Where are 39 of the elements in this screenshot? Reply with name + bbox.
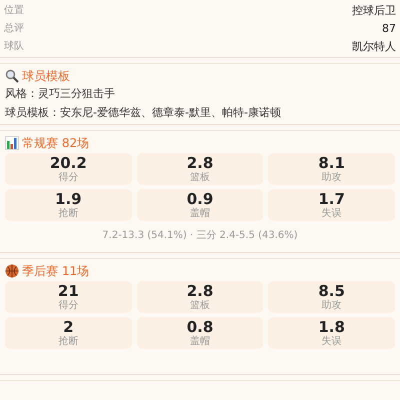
- field-value: 87: [382, 22, 396, 34]
- stat-label: 盖帽: [190, 336, 210, 348]
- stat-value: 2.8: [186, 282, 214, 300]
- stat-label: 抢断: [58, 208, 78, 220]
- description-text: 风格：灵巧三分狙击手: [5, 86, 116, 102]
- stat-label: 篮板: [190, 300, 210, 312]
- stat-label: 盖帽: [190, 208, 210, 220]
- field-value: 控球后卫: [352, 2, 396, 18]
- stat-value: 8.5: [318, 282, 345, 300]
- stat-label: 得分: [58, 300, 78, 312]
- bar-chart-icon: [5, 136, 19, 150]
- stat-label: 篮板: [190, 172, 210, 184]
- field-label: 球队: [4, 40, 24, 53]
- field-label: 总评: [4, 22, 24, 35]
- stat-value: 0.8: [186, 318, 214, 336]
- section-title: 季后赛 11场: [22, 262, 90, 280]
- stat-value: 2: [63, 318, 74, 336]
- stat-value: 1.7: [318, 190, 345, 208]
- stat-label: 助攻: [322, 300, 342, 312]
- section-title: 球员模板: [22, 68, 70, 84]
- field-value: 凯尔特人: [352, 38, 396, 54]
- stat-label: 失误: [322, 336, 342, 348]
- stat-label: 失误: [322, 208, 342, 220]
- stat-value: 8.1: [318, 154, 345, 172]
- stat-value: 0.9: [186, 190, 214, 208]
- stat-value: 1.8: [318, 318, 345, 336]
- stat-value: 20.2: [50, 154, 87, 172]
- stat-value: 1.9: [55, 190, 82, 208]
- field-label: 位置: [4, 4, 24, 17]
- stat-label: 助攻: [322, 172, 342, 184]
- basketball-icon: [5, 264, 19, 278]
- stat-value: 2.8: [186, 154, 214, 172]
- search-icon: [5, 69, 19, 83]
- stat-value: 21: [58, 282, 79, 300]
- section-title: 常规赛 82场: [22, 134, 90, 152]
- description-text: 球员模板：安东尼-爱德华兹、德章泰-默里、帕特-康诺顿: [5, 105, 282, 121]
- shooting-summary: 7.2-13.3 (54.1%) · 三分 2.4-5.5 (43.6%): [101, 229, 299, 243]
- stat-label: 得分: [58, 172, 78, 184]
- stat-label: 抢断: [58, 336, 78, 348]
